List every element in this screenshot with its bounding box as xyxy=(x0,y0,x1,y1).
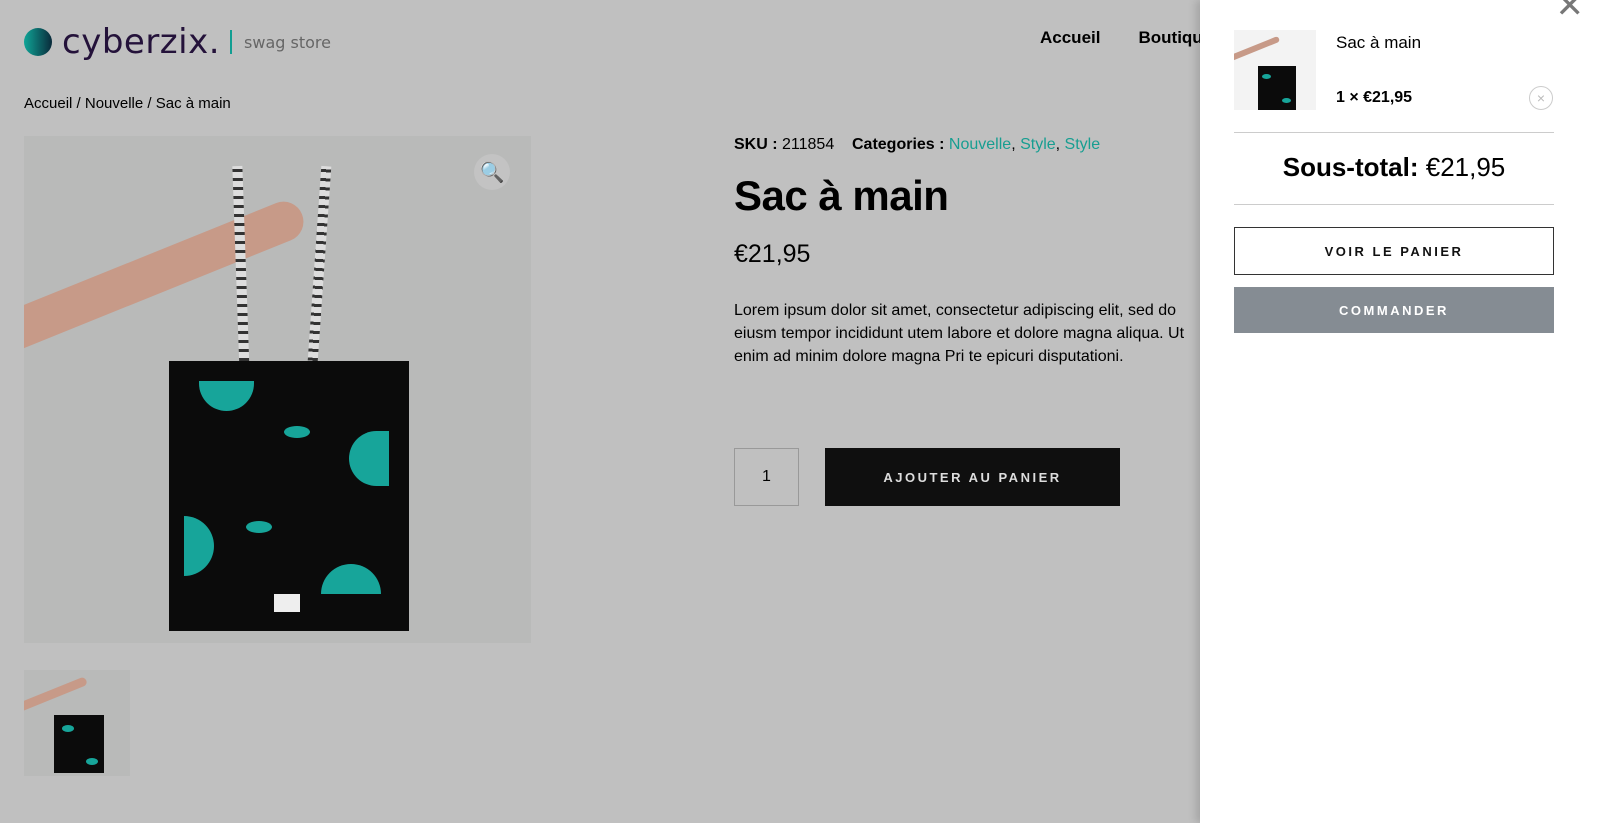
product-meta: SKU : 211854 Categories : Nouvelle, Styl… xyxy=(734,136,1101,153)
magnifier-icon[interactable]: 🔍 xyxy=(474,154,510,190)
main-nav: Accueil Boutique xyxy=(1040,28,1212,48)
mini-cart-panel: ✕ Sac à main 1 × €21,95 × Sous-total: €2… xyxy=(1200,0,1600,823)
breadcrumb: Accueil / Nouvelle / Sac à main xyxy=(24,95,231,112)
divider xyxy=(1234,204,1554,205)
subtotal-value: €21,95 xyxy=(1425,152,1506,182)
cart-item-image[interactable] xyxy=(1234,30,1316,110)
quantity-input[interactable]: 1 xyxy=(734,448,799,506)
close-icon[interactable]: ✕ xyxy=(1556,0,1585,26)
product-image[interactable] xyxy=(24,136,531,643)
subtotal: Sous-total: €21,95 xyxy=(1234,152,1554,183)
view-cart-button[interactable]: VOIR LE PANIER xyxy=(1234,227,1554,275)
logo-tagline: swag store xyxy=(244,32,331,52)
logo-divider xyxy=(230,30,233,54)
category-link[interactable]: Style xyxy=(1020,136,1056,153)
category-link[interactable]: Nouvelle xyxy=(949,136,1011,153)
sku-value: 211854 xyxy=(782,136,835,153)
nav-accueil[interactable]: Accueil xyxy=(1040,28,1100,48)
product-description: Lorem ipsum dolor sit amet, consectetur … xyxy=(734,302,1185,365)
cart-item-qty-price: 1 × €21,95 xyxy=(1336,89,1413,106)
subtotal-label: Sous-total: xyxy=(1282,152,1419,182)
product-title: Sac à main xyxy=(734,172,949,219)
checkout-button[interactable]: COMMANDER xyxy=(1234,287,1554,333)
category-link[interactable]: Style xyxy=(1065,136,1101,153)
logo-name: cyberzix. xyxy=(62,22,221,62)
divider xyxy=(1234,132,1554,133)
product-thumbnail[interactable] xyxy=(24,670,130,776)
remove-item-icon[interactable]: × xyxy=(1529,86,1553,110)
sku-label: SKU : xyxy=(734,136,778,153)
categories-label: Categories : xyxy=(852,136,945,153)
add-to-cart-button[interactable]: AJOUTER AU PANIER xyxy=(825,448,1120,506)
product-info: SKU : 211854 Categories : Nouvelle, Styl… xyxy=(734,136,1204,368)
logo-mark xyxy=(24,28,52,56)
product-price: €21,95 xyxy=(734,240,811,268)
logo[interactable]: cyberzix. swag store xyxy=(24,22,331,62)
cart-item-name[interactable]: Sac à main xyxy=(1336,33,1421,53)
